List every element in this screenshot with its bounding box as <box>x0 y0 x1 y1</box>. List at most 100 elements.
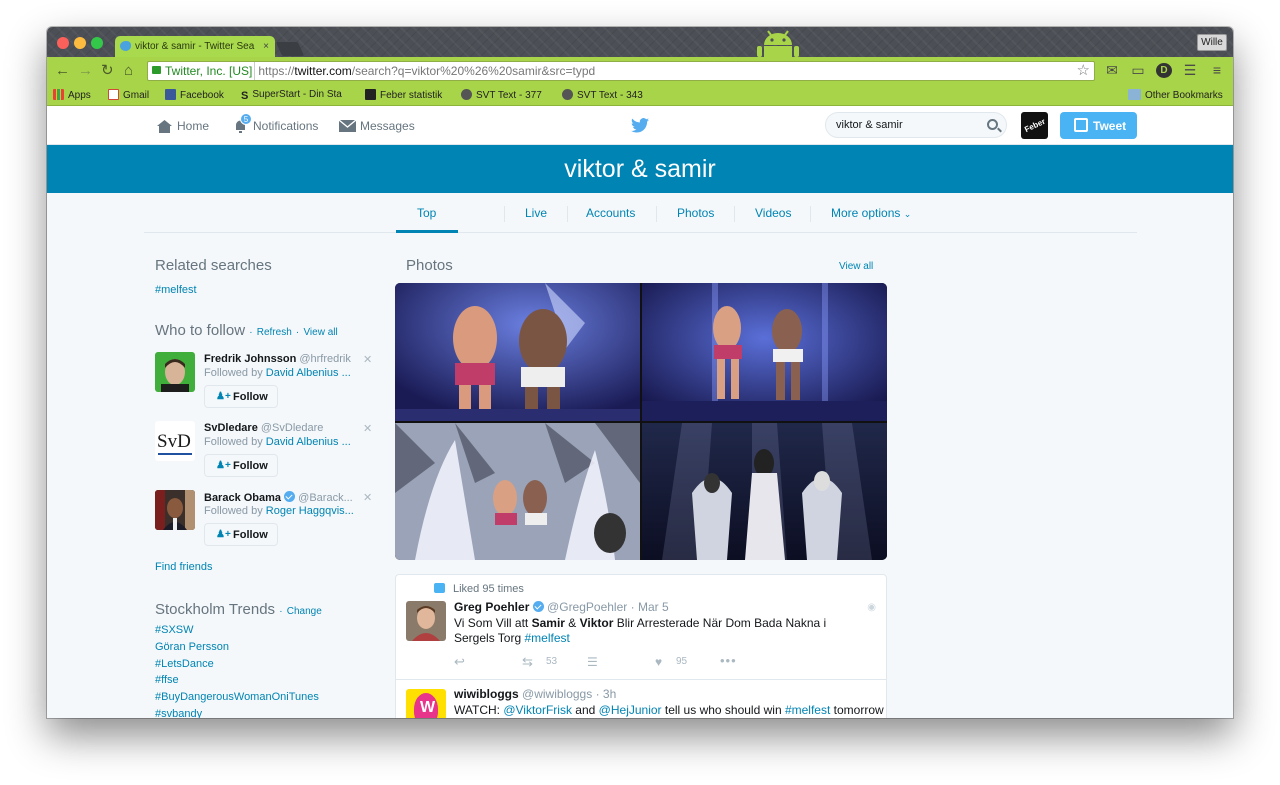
follow-button[interactable]: ♟+ Follow <box>204 523 278 546</box>
tab-more-options[interactable]: More options ⌄ <box>831 206 911 220</box>
tab-live[interactable]: Live <box>525 206 547 220</box>
tab-videos[interactable]: Videos <box>755 206 791 220</box>
trend-item[interactable]: #ffse <box>155 674 179 686</box>
refresh-link[interactable]: Refresh <box>257 327 292 338</box>
tab-photos[interactable]: Photos <box>677 206 714 220</box>
like-context-icon <box>434 583 445 593</box>
svt-gear-icon <box>562 89 573 100</box>
more-options-icon[interactable]: ••• <box>720 653 737 668</box>
follow-button[interactable]: ♟+ Follow <box>204 385 278 408</box>
hashtag-link[interactable]: #melfest <box>524 631 569 645</box>
photo-thumbnail[interactable] <box>395 283 640 421</box>
trends-change-link[interactable]: Change <box>287 606 322 617</box>
trend-item[interactable]: #BuyDangerousWomanOniTunes <box>155 691 319 703</box>
extension-d-icon[interactable]: D <box>1156 63 1172 78</box>
bookmark-svt-343[interactable]: SVT Text - 343 <box>562 89 643 101</box>
photos-view-all-link[interactable]: View all <box>839 261 873 272</box>
forward-arrow-icon[interactable]: → <box>78 63 93 78</box>
search-input[interactable]: viktor & samir <box>825 112 1007 138</box>
minimize-window-button[interactable] <box>74 37 86 49</box>
svd-logo-underline <box>158 453 192 455</box>
profile-avatar-feber[interactable]: Feber <box>1021 112 1048 139</box>
tweet-author-handle[interactable]: @GregPoehler <box>547 600 627 614</box>
tweet-button[interactable]: Tweet <box>1060 112 1137 139</box>
bookmark-star-icon[interactable]: ☆ <box>1077 62 1090 80</box>
trend-item[interactable]: #SXSW <box>155 624 194 636</box>
reply-icon[interactable]: ↩ <box>454 654 465 670</box>
svd-logo: SvD <box>157 431 191 452</box>
bookmark-facebook[interactable]: Facebook <box>165 89 224 101</box>
view-all-link[interactable]: View all <box>303 327 337 338</box>
tab-close-button[interactable]: × <box>263 41 269 52</box>
suggestion-name[interactable]: Barack Obama @Barack... <box>204 491 359 504</box>
buffer-icon[interactable]: ☰ <box>587 655 598 669</box>
twitter-bird-logo-icon[interactable] <box>631 118 649 133</box>
chrome-menu-icon[interactable]: ≡ <box>1209 63 1225 78</box>
bookmark-gmail[interactable]: Gmail <box>108 89 149 101</box>
dismiss-close-icon[interactable]: ✕ <box>363 353 372 366</box>
tab-accounts[interactable]: Accounts <box>586 206 635 220</box>
suggestion-name[interactable]: Fredrik Johnsson @hrfredrik <box>204 353 359 365</box>
photo-thumbnail[interactable] <box>642 423 887 560</box>
avatar[interactable] <box>155 352 195 392</box>
tweet-time[interactable]: · 3h <box>596 687 617 701</box>
bookmark-apps[interactable]: Apps <box>53 89 91 101</box>
related-search-link[interactable]: #melfest <box>155 284 197 296</box>
bookmark-svt-377[interactable]: SVT Text - 377 <box>461 89 542 101</box>
separator-dot: · <box>295 327 300 338</box>
tweet-author-name[interactable]: wiwibloggs <box>454 687 519 701</box>
avatar[interactable] <box>155 490 195 530</box>
tweet-author-name[interactable]: Greg Poehler <box>454 600 529 614</box>
bookmarks-bar: Apps Gmail Facebook S SuperStart - Din St… <box>47 85 1233 106</box>
mention-link[interactable]: @ViktorFrisk <box>503 703 572 717</box>
dismiss-close-icon[interactable]: ✕ <box>363 491 372 504</box>
photo-thumbnail[interactable] <box>395 423 640 560</box>
suggestion-name[interactable]: SvDledare @SvDledare <box>204 422 359 434</box>
retweet-icon[interactable]: ⇆ <box>522 654 533 670</box>
mail-extension-icon[interactable]: ✉ <box>1104 63 1120 78</box>
nav-messages[interactable]: Messages <box>339 119 415 133</box>
address-bar[interactable]: Twitter, Inc. [US] https://twitter.com/se… <box>147 61 1095 81</box>
close-window-button[interactable] <box>57 37 69 49</box>
buffer-layers-icon[interactable]: ☰ <box>1182 63 1198 78</box>
chevron-down-icon: ⌄ <box>903 209 912 219</box>
tweet-avatar[interactable] <box>406 601 446 641</box>
photo-thumbnail[interactable] <box>642 283 887 421</box>
zoom-window-button[interactable] <box>91 37 103 49</box>
avatar[interactable]: SvD <box>155 421 195 461</box>
follow-button[interactable]: ♟+ Follow <box>204 454 278 477</box>
browser-tab-active[interactable]: viktor & samir - Twitter Sea × <box>115 36 275 58</box>
tab-separator <box>810 206 811 222</box>
cast-icon[interactable]: ▭ <box>1130 63 1146 78</box>
dismiss-close-icon[interactable]: ✕ <box>363 422 372 435</box>
tab-separator <box>567 206 568 222</box>
tab-top[interactable]: Top <box>417 206 436 220</box>
mention-link[interactable]: @HejJunior <box>599 703 662 717</box>
security-indicator[interactable]: Twitter, Inc. [US] <box>148 62 256 80</box>
like-heart-icon[interactable]: ♥ <box>655 655 662 669</box>
other-bookmarks[interactable]: Other Bookmarks <box>1128 89 1223 101</box>
search-icon[interactable] <box>987 119 998 130</box>
trend-item[interactable]: #LetsDance <box>155 658 214 670</box>
find-friends-link[interactable]: Find friends <box>155 561 212 573</box>
new-tab-button[interactable] <box>275 42 305 56</box>
trend-item[interactable]: #svbandy <box>155 708 202 718</box>
browser-toolbar: ← → ↻ ⌂ Twitter, Inc. [US] https://twitte… <box>47 57 1233 85</box>
bookmark-superstart[interactable]: S SuperStart - Din Sta <box>241 89 351 102</box>
trend-item[interactable]: Göran Persson <box>155 641 229 653</box>
tweet-avatar[interactable]: W <box>406 689 446 718</box>
home-icon[interactable]: ⌂ <box>124 63 133 78</box>
tweet-author-handle[interactable]: @wiwibloggs <box>522 687 592 701</box>
bookmark-feber-statistik[interactable]: Feber statistik <box>365 89 442 101</box>
nav-home[interactable]: Home <box>156 119 209 133</box>
tweet-time[interactable]: · Mar 5 <box>631 600 669 614</box>
tweet-item[interactable]: W wiwibloggs @wiwibloggs · 3h WATCH: @Vi… <box>396 681 886 718</box>
hashtag-link[interactable]: #melfest <box>785 703 830 717</box>
add-user-icon: ♟+ <box>216 391 231 402</box>
tab-strip: viktor & samir - Twitter Sea × Wille <box>47 27 1233 58</box>
reload-icon[interactable]: ↻ <box>101 63 114 78</box>
twitter-top-nav: Home Notifications 5 Messages viktor & s… <box>47 106 1233 145</box>
tweet-item[interactable]: Liked 95 times Greg Poehler @GregPoehler… <box>396 575 886 680</box>
profile-user-button[interactable]: Wille <box>1197 34 1227 51</box>
back-arrow-icon[interactable]: ← <box>55 63 70 78</box>
